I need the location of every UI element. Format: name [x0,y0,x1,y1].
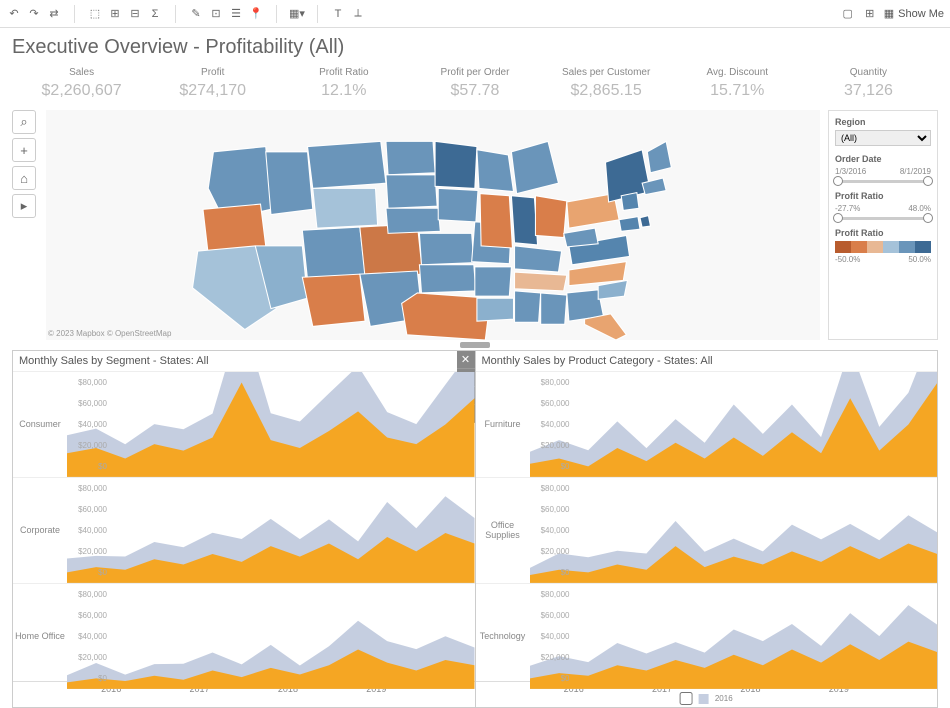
subchart-row: Furniture$80,000$60,000$40,000$20,000$0 [476,371,938,477]
region-filter-select[interactable]: (All) [835,130,931,146]
subchart-row: Office Supplies$80,000$60,000$40,000$20,… [476,477,938,583]
map-home-icon[interactable]: ⌂ [12,166,36,190]
presentation-icon[interactable]: ▢ [840,6,856,22]
swap-icon[interactable]: ⇄ [46,6,62,22]
cards-icon[interactable]: ⊞ [862,6,878,22]
slider-handle-left[interactable] [833,213,843,223]
subchart-body[interactable]: $80,000$60,000$40,000$20,000$0 [530,584,938,689]
show-me-button[interactable]: ▦ Show Me [884,7,944,20]
category-chart-panel: Monthly Sales by Product Category - Stat… [475,350,939,708]
fit-icon[interactable]: ▦▾ [289,6,305,22]
showme-icon: ▦ [884,7,894,20]
legend-checkbox[interactable] [680,692,693,705]
kpi-sales-per-customer[interactable]: Sales per Customer$2,865.15 [541,67,672,100]
slider-handle-left[interactable] [833,176,843,186]
kpi-avg-discount[interactable]: Avg. Discount15.71% [672,67,803,100]
subchart-label: Technology [476,584,530,689]
subchart-row: Corporate$80,000$60,000$40,000$20,000$0 [13,477,475,583]
show-labels-icon[interactable]: ☰ [228,6,244,22]
map-attribution: © 2023 Mapbox © OpenStreetMap [48,329,171,338]
sort-desc-icon[interactable]: ⊞ [107,6,123,22]
kpi-sales[interactable]: Sales$2,260,607 [16,67,147,100]
highlight-pen-icon[interactable]: ✎ [188,6,204,22]
category-chart-title: Monthly Sales by Product Category - Stat… [476,351,938,371]
subchart-label: Home Office [13,584,67,689]
kpi-profit-per-order[interactable]: Profit per Order$57.78 [409,67,540,100]
color-legend [835,241,931,253]
segment-chart-title: Monthly Sales by Segment - States: All [13,351,475,371]
map-zoom-in-icon[interactable]: + [12,138,36,162]
region-filter-label: Region [835,117,931,127]
close-icon[interactable]: ✕ [457,351,475,369]
kpi-row: Sales$2,260,607 Profit$274,170 Profit Ra… [12,67,938,100]
text-icon[interactable]: T [330,6,346,22]
subchart-body[interactable]: $80,000$60,000$40,000$20,000$0 [67,584,475,689]
kpi-profit-ratio[interactable]: Profit Ratio12.1% [278,67,409,100]
subchart-label: Consumer [13,372,67,477]
profitratio-filter-label: Profit Ratio [835,191,931,201]
subchart-body[interactable]: $80,000$60,000$40,000$20,000$0 [530,372,938,477]
separator [276,5,277,23]
filter-panel: Region (All) Order Date 1/3/20168/1/2019… [828,110,938,340]
pin-icon[interactable]: 📍 [248,6,264,22]
subchart-row: Consumer$80,000$60,000$40,000$20,000$0 [13,371,475,477]
legend-swatch-prior [699,694,709,704]
dashboard-title: Executive Overview - Profitability (All) [12,36,938,59]
legend-label: Profit Ratio [835,228,931,238]
year-legend: 2016 [680,692,733,705]
undo-icon[interactable]: ↶ [6,6,22,22]
redo-icon[interactable]: ↷ [26,6,42,22]
subchart-row: Technology$80,000$60,000$40,000$20,000$0 [476,583,938,689]
subchart-label: Furniture [476,372,530,477]
slider-handle-right[interactable] [923,213,933,223]
subchart-label: Office Supplies [476,478,530,583]
top-toolbar: ↶ ↷ ⇄ ⬚ ⊞ ⊟ Σ ✎ ⊡ ☰ 📍 ▦▾ T ⟂ ▢ ⊞ ▦ Show … [0,0,950,28]
subchart-label: Corporate [13,478,67,583]
subchart-body[interactable]: $80,000$60,000$40,000$20,000$0 [67,478,475,583]
segment-chart-panel: ✕ ⤢ ⬇ ▼ Monthly Sales by Segment - State… [12,350,475,708]
subchart-body[interactable]: $80,000$60,000$40,000$20,000$0 [530,478,938,583]
kpi-profit[interactable]: Profit$274,170 [147,67,278,100]
profitratio-slider[interactable] [835,217,931,220]
sort-asc-icon[interactable]: ⬚ [87,6,103,22]
map-toolbar: ⌕ + ⌂ ▸ [12,110,38,340]
orderdate-slider[interactable] [835,180,931,183]
map-search-icon[interactable]: ⌕ [12,110,36,134]
clear-sort-icon[interactable]: ⊟ [127,6,143,22]
separator [317,5,318,23]
lines-icon[interactable]: ⟂ [350,6,366,22]
subchart-body[interactable]: $80,000$60,000$40,000$20,000$0 [67,372,475,477]
map-viz[interactable]: © 2023 Mapbox © OpenStreetMap [46,110,820,340]
us-map-svg [46,110,820,340]
totals-icon[interactable]: Σ [147,6,163,22]
slider-handle-right[interactable] [923,176,933,186]
separator [175,5,176,23]
group-icon[interactable]: ⊡ [208,6,224,22]
map-play-icon[interactable]: ▸ [12,194,36,218]
separator [74,5,75,23]
resize-handle[interactable] [460,342,490,348]
kpi-quantity[interactable]: Quantity37,126 [803,67,934,100]
orderdate-filter-label: Order Date [835,154,931,164]
subchart-row: Home Office$80,000$60,000$40,000$20,000$… [13,583,475,689]
